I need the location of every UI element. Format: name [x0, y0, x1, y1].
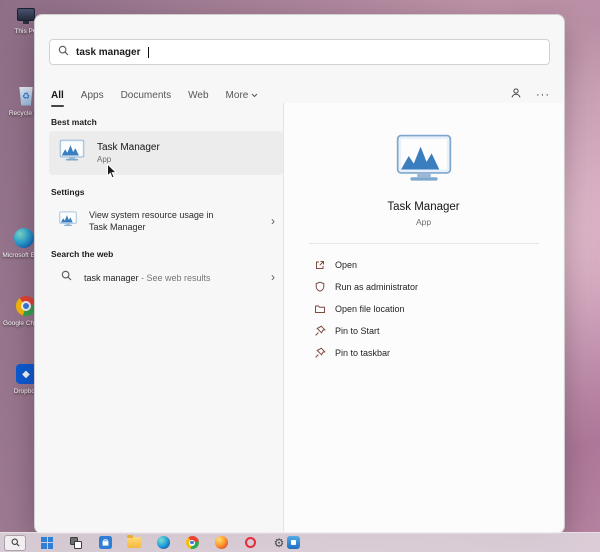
chevron-right-icon[interactable]: › [271, 271, 275, 283]
tab-web[interactable]: Web [188, 90, 208, 101]
detail-panel-title: Task Manager [387, 201, 459, 213]
taskbar: ⚙ [0, 532, 600, 552]
open-icon [314, 259, 326, 271]
edge-icon [12, 226, 36, 250]
pin-icon [314, 325, 326, 337]
gear-icon: ⚙ [274, 537, 285, 549]
folder-icon [314, 303, 326, 315]
action-open-file-location[interactable]: Open file location [314, 298, 563, 320]
taskbar-search-button[interactable] [4, 535, 26, 551]
chrome-icon [186, 536, 199, 549]
settings-heading: Settings [51, 187, 85, 197]
taskbar-firefox-button[interactable] [213, 535, 229, 550]
taskbar-start-button[interactable] [39, 535, 55, 550]
desktop-screen: This PC ♻ Recycle Bin Microsoft Edge Goo… [0, 0, 600, 552]
task-view-icon [70, 537, 82, 549]
task-manager-app-icon-small [59, 211, 77, 232]
result-task-manager[interactable]: Task Manager App [49, 131, 283, 175]
action-list: Open Run as administrator Open file loca… [314, 254, 563, 364]
text-caret [148, 47, 149, 58]
web-result-query: task manager [84, 273, 139, 283]
search-the-web-heading: Search the web [51, 249, 113, 259]
task-manager-app-icon [59, 139, 85, 167]
web-result-suffix: - See web results [139, 273, 211, 283]
more-options-icon[interactable]: ··· [536, 89, 550, 101]
pin-icon [314, 347, 326, 359]
mouse-cursor [106, 163, 118, 185]
tab-more[interactable]: More [226, 90, 259, 101]
tab-documents[interactable]: Documents [121, 90, 172, 101]
taskbar-settings-button[interactable]: ⚙ [271, 535, 287, 550]
result-web-search[interactable]: task manager - See web results › [49, 263, 283, 291]
search-filter-tabs: All Apps Documents Web More ··· [51, 85, 550, 105]
taskbar-store-button[interactable] [97, 535, 113, 550]
action-run-as-administrator[interactable]: Run as administrator [314, 276, 563, 298]
search-icon [61, 268, 72, 286]
result-title: Task Manager [97, 142, 160, 153]
search-icon [58, 43, 69, 61]
edge-icon [157, 536, 170, 549]
taskbar-chrome-button[interactable] [184, 535, 200, 550]
taskbar-edge-button[interactable] [155, 535, 171, 550]
firefox-icon [215, 536, 228, 549]
store-icon [99, 536, 112, 549]
account-icon[interactable] [510, 86, 522, 104]
taskbar-file-explorer-button[interactable] [126, 535, 142, 550]
chevron-right-icon[interactable]: › [271, 215, 275, 227]
divider [309, 243, 539, 244]
search-icon [11, 538, 20, 547]
action-pin-to-taskbar[interactable]: Pin to taskbar [314, 342, 563, 364]
opera-icon [245, 537, 256, 548]
tab-apps[interactable]: Apps [81, 90, 104, 101]
tab-all[interactable]: All [51, 90, 64, 101]
taskbar-task-view-button[interactable] [68, 535, 84, 550]
best-match-heading: Best match [51, 117, 97, 127]
windows-logo-icon [41, 537, 53, 549]
result-settings-resource-usage[interactable]: View system resource usage in Task Manag… [49, 201, 283, 241]
search-query-text: task manager [76, 47, 140, 58]
search-input[interactable]: task manager [49, 39, 550, 65]
tray-app-icon[interactable] [287, 536, 300, 549]
action-open[interactable]: Open [314, 254, 563, 276]
detail-panel: Task Manager App Open Run as administrat… [283, 103, 563, 532]
settings-result-line1: View system resource usage in [89, 209, 213, 221]
file-explorer-icon [127, 537, 141, 548]
task-manager-app-icon-large [395, 133, 453, 189]
detail-panel-subtitle: App [416, 217, 431, 227]
taskbar-tray [287, 536, 300, 549]
taskbar-opera-button[interactable] [242, 535, 258, 550]
search-flyout-window: task manager All Apps Documents Web More… [34, 14, 565, 534]
action-pin-to-start[interactable]: Pin to Start [314, 320, 563, 342]
settings-result-line2: Task Manager [89, 221, 213, 233]
admin-shield-icon [314, 281, 326, 293]
chevron-down-icon [251, 93, 258, 98]
